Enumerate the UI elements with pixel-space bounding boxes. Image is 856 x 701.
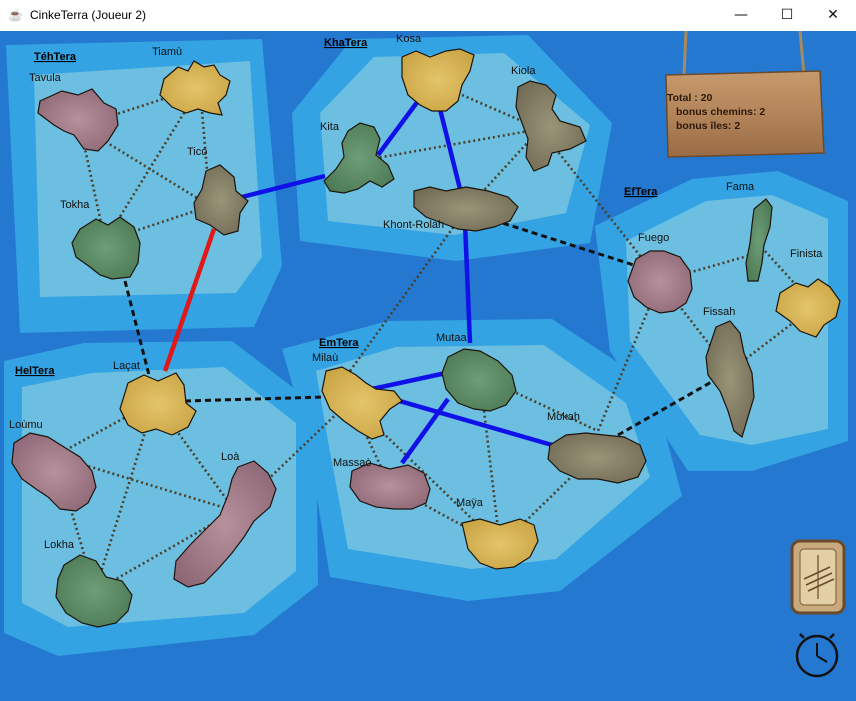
island-label-loa: Loà [221,451,240,463]
island-label-tavula: Tavula [29,72,62,84]
island-label-fissah: Fissah [703,306,735,318]
island-label-loumu: Loùmu [9,419,43,431]
island-label-tokha: Tokha [60,199,90,211]
island-label-tiamu: Tiamù [152,46,182,58]
maximize-button[interactable]: ☐ [764,0,810,31]
island-label-kita: Kita [320,121,340,133]
island-label-finista: Finista [790,248,823,260]
island-label-kosa: Kosa [396,33,422,45]
region-label-emtera: EmTera [319,337,359,349]
score-bonus-islands: bonus îles: 2 [676,120,740,132]
minimize-button[interactable]: — [718,0,764,31]
island-label-lacat: Laçat [113,360,140,372]
island-label-mokah: Mokah [547,411,580,423]
island-label-maya: Maÿa [456,497,484,509]
region-label-tehtera: TéhTera [34,51,77,63]
region-label-heltera: HelTera [15,365,55,377]
island-label-mutaa: Mutaa [436,332,467,344]
stopwatch-icon[interactable] [795,633,839,678]
island-label-tico: Ticó [187,146,207,158]
island-label-fama: Fama [726,181,755,193]
island-label-milau: Milaù [312,352,338,364]
game-board: TéhTera KhaTera EfTera HelTera EmTera Ta… [0,31,856,701]
island-label-massao: Massaò [333,457,372,469]
region-label-eftera: EfTera [624,186,658,198]
window-title: CinkeTerra (Joueur 2) [30,8,147,22]
bridge-card-icon[interactable] [790,539,846,615]
java-cup-icon: ☕ [8,8,23,22]
window-titlebar: ☕ CinkeTerra (Joueur 2) — ☐ ✕ [0,0,856,32]
score-bonus-paths: bonus chemins: 2 [676,106,765,118]
region-label-khatera: KhaTera [324,37,368,49]
sign-rope-left [682,31,688,76]
island-label-fuego: Fuego [638,232,669,244]
close-button[interactable]: ✕ [810,0,856,31]
island-massao[interactable] [349,462,431,510]
island-label-kiola: Kiola [511,65,536,77]
island-label-lokha: Lokha [44,539,75,551]
score-total: Total : 20 [667,92,712,104]
island-label-khont-rolah: Khont-Rolah [383,219,444,231]
